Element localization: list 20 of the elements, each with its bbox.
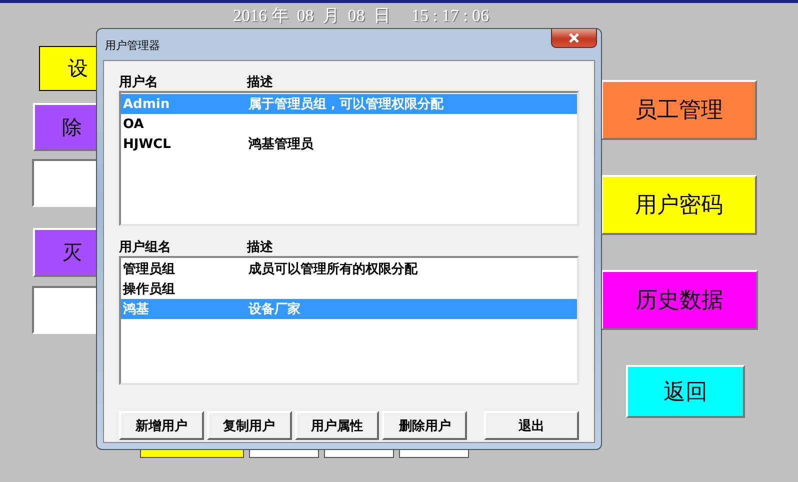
column-header: 用户组名 [119, 238, 172, 256]
list-row[interactable]: HJWCL 鸿基管理员 [121, 134, 577, 154]
list-row[interactable]: OA [121, 114, 577, 134]
hmi-button[interactable]: 员工管理 [601, 80, 757, 140]
column-header: 用户名 [119, 74, 159, 91]
close-icon [568, 33, 580, 43]
action-button[interactable]: 删除用户 [382, 411, 468, 440]
action-button[interactable]: 新增用户 [119, 411, 204, 440]
hmi-button[interactable]: 用户密码 [601, 175, 757, 235]
column-header: 描述 [247, 239, 274, 256]
list-row[interactable]: 操作员组 [121, 279, 577, 299]
hmi-button[interactable]: 历史数据 [601, 270, 758, 330]
date-time: 2016 年 08 月 08 日 15 : 17 : 06 [233, 6, 489, 26]
column-header: 描述 [247, 74, 274, 91]
close-button[interactable] [551, 29, 597, 48]
action-button[interactable]: 用户属性 [294, 411, 380, 440]
list-row[interactable]: 管理员组 成员可以管理所有的权限分配 [121, 259, 577, 279]
action-button[interactable]: 复制用户 [206, 411, 292, 440]
exit-button[interactable]: 退出 [484, 411, 580, 440]
hmi-button[interactable]: 返回 [626, 365, 745, 418]
